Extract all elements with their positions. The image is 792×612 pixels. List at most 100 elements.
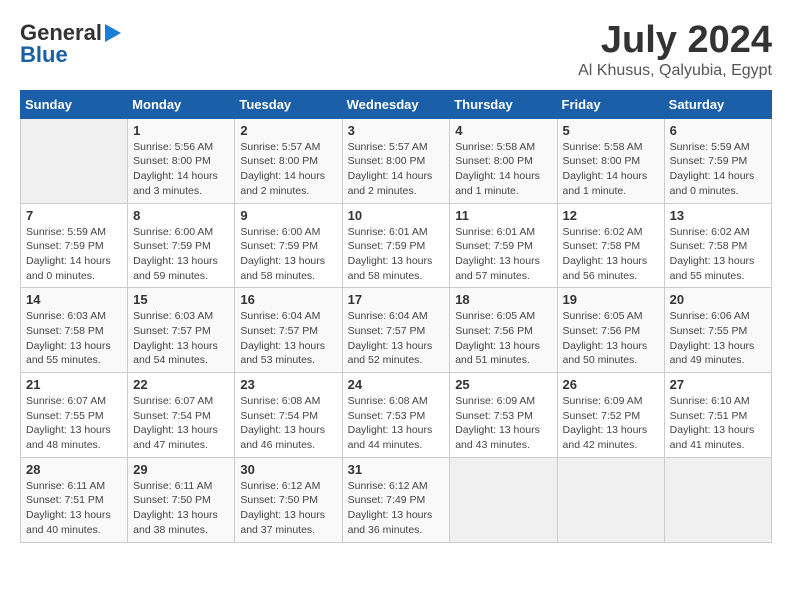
- calendar-cell: 9Sunrise: 6:00 AM Sunset: 7:59 PM Daylig…: [235, 203, 342, 288]
- day-number: 19: [563, 292, 659, 307]
- cell-info: Sunrise: 6:07 AM Sunset: 7:54 PM Dayligh…: [133, 394, 229, 453]
- calendar-cell: 17Sunrise: 6:04 AM Sunset: 7:57 PM Dayli…: [342, 288, 450, 373]
- calendar-cell: 2 Sunrise: 5:57 AM Sunset: 8:00 PM Daylig…: [235, 118, 342, 203]
- cell-info: Sunrise: 6:02 AM Sunset: 7:58 PM Dayligh…: [563, 225, 659, 284]
- column-header-wednesday: Wednesday: [342, 90, 450, 118]
- calendar-cell: 13 Sunrise: 6:02 AM Sunset: 7:58 PM Dayli…: [664, 203, 771, 288]
- cell-info: Sunrise: 6:06 AM Sunset: 7:55 PM Dayligh…: [670, 309, 766, 368]
- calendar-cell: [664, 457, 771, 542]
- cell-info: Sunrise: 6:02 AM Sunset: 7:58 PM Dayligh…: [670, 225, 766, 284]
- calendar-cell: 1 Sunrise: 5:56 AM Sunset: 8:00 PM Daylig…: [128, 118, 235, 203]
- day-number: 11: [455, 208, 551, 223]
- calendar-cell: 25 Sunrise: 6:09 AM Sunset: 7:53 PM Dayli…: [450, 373, 557, 458]
- calendar-cell: 19 Sunrise: 6:05 AM Sunset: 7:56 PM Dayli…: [557, 288, 664, 373]
- week-row-1: 1 Sunrise: 5:56 AM Sunset: 8:00 PM Daylig…: [21, 118, 772, 203]
- calendar-cell: 18 Sunrise: 6:05 AM Sunset: 7:56 PM Dayli…: [450, 288, 557, 373]
- cell-info: Sunrise: 6:11 AM Sunset: 7:50 PM Dayligh…: [133, 479, 229, 538]
- title-block: July 2024 Al Khusus, Qalyubia, Egypt: [578, 20, 772, 80]
- cell-info: Sunrise: 6:07 AM Sunset: 7:55 PM Dayligh…: [26, 394, 122, 453]
- calendar-cell: 20Sunrise: 6:06 AM Sunset: 7:55 PM Dayli…: [664, 288, 771, 373]
- day-number: 21: [26, 377, 122, 392]
- calendar-cell: 6 Sunrise: 5:59 AM Sunset: 7:59 PM Daylig…: [664, 118, 771, 203]
- calendar-cell: 28Sunrise: 6:11 AM Sunset: 7:51 PM Dayli…: [21, 457, 128, 542]
- day-number: 27: [670, 377, 766, 392]
- cell-info: Sunrise: 6:12 AM Sunset: 7:50 PM Dayligh…: [240, 479, 336, 538]
- day-number: 12: [563, 208, 659, 223]
- column-header-saturday: Saturday: [664, 90, 771, 118]
- cell-info: Sunrise: 5:58 AM Sunset: 8:00 PM Dayligh…: [563, 140, 659, 199]
- day-number: 2: [240, 123, 336, 138]
- day-number: 28: [26, 462, 122, 477]
- calendar-cell: 3Sunrise: 5:57 AM Sunset: 8:00 PM Daylig…: [342, 118, 450, 203]
- logo: General Blue: [20, 20, 121, 68]
- day-number: 1: [133, 123, 229, 138]
- cell-info: Sunrise: 6:03 AM Sunset: 7:58 PM Dayligh…: [26, 309, 122, 368]
- column-header-thursday: Thursday: [450, 90, 557, 118]
- cell-info: Sunrise: 6:04 AM Sunset: 7:57 PM Dayligh…: [240, 309, 336, 368]
- cell-info: Sunrise: 6:01 AM Sunset: 7:59 PM Dayligh…: [455, 225, 551, 284]
- day-number: 5: [563, 123, 659, 138]
- cell-info: Sunrise: 5:59 AM Sunset: 7:59 PM Dayligh…: [26, 225, 122, 284]
- column-header-monday: Monday: [128, 90, 235, 118]
- calendar-cell: 16Sunrise: 6:04 AM Sunset: 7:57 PM Dayli…: [235, 288, 342, 373]
- calendar-cell: 8 Sunrise: 6:00 AM Sunset: 7:59 PM Daylig…: [128, 203, 235, 288]
- page-subtitle: Al Khusus, Qalyubia, Egypt: [578, 62, 772, 80]
- cell-info: Sunrise: 5:57 AM Sunset: 8:00 PM Dayligh…: [240, 140, 336, 199]
- calendar-cell: 21 Sunrise: 6:07 AM Sunset: 7:55 PM Dayli…: [21, 373, 128, 458]
- day-number: 9: [240, 208, 336, 223]
- column-header-friday: Friday: [557, 90, 664, 118]
- week-row-3: 14 Sunrise: 6:03 AM Sunset: 7:58 PM Dayli…: [21, 288, 772, 373]
- cell-info: Sunrise: 5:59 AM Sunset: 7:59 PM Dayligh…: [670, 140, 766, 199]
- calendar-cell: 27 Sunrise: 6:10 AM Sunset: 7:51 PM Dayli…: [664, 373, 771, 458]
- day-number: 15: [133, 292, 229, 307]
- header-row: SundayMondayTuesdayWednesdayThursdayFrid…: [21, 90, 772, 118]
- cell-info: Sunrise: 6:08 AM Sunset: 7:53 PM Dayligh…: [348, 394, 445, 453]
- page-header: General Blue July 2024 Al Khusus, Qalyub…: [20, 20, 772, 80]
- calendar-cell: [21, 118, 128, 203]
- cell-info: Sunrise: 6:05 AM Sunset: 7:56 PM Dayligh…: [563, 309, 659, 368]
- day-number: 25: [455, 377, 551, 392]
- day-number: 13: [670, 208, 766, 223]
- cell-info: Sunrise: 6:04 AM Sunset: 7:57 PM Dayligh…: [348, 309, 445, 368]
- day-number: 4: [455, 123, 551, 138]
- calendar-cell: 30 Sunrise: 6:12 AM Sunset: 7:50 PM Dayli…: [235, 457, 342, 542]
- calendar-cell: 14 Sunrise: 6:03 AM Sunset: 7:58 PM Dayli…: [21, 288, 128, 373]
- calendar-table: SundayMondayTuesdayWednesdayThursdayFrid…: [20, 90, 772, 543]
- cell-info: Sunrise: 6:09 AM Sunset: 7:52 PM Dayligh…: [563, 394, 659, 453]
- calendar-cell: 29 Sunrise: 6:11 AM Sunset: 7:50 PM Dayli…: [128, 457, 235, 542]
- page-title: July 2024: [578, 20, 772, 62]
- calendar-cell: 4Sunrise: 5:58 AM Sunset: 8:00 PM Daylig…: [450, 118, 557, 203]
- day-number: 29: [133, 462, 229, 477]
- week-row-5: 28Sunrise: 6:11 AM Sunset: 7:51 PM Dayli…: [21, 457, 772, 542]
- calendar-cell: 23Sunrise: 6:08 AM Sunset: 7:54 PM Dayli…: [235, 373, 342, 458]
- day-number: 30: [240, 462, 336, 477]
- logo-arrow-icon: [105, 24, 121, 42]
- day-number: 22: [133, 377, 229, 392]
- column-header-tuesday: Tuesday: [235, 90, 342, 118]
- calendar-cell: 15Sunrise: 6:03 AM Sunset: 7:57 PM Dayli…: [128, 288, 235, 373]
- day-number: 14: [26, 292, 122, 307]
- logo-blue: Blue: [20, 42, 68, 68]
- day-number: 8: [133, 208, 229, 223]
- cell-info: Sunrise: 6:00 AM Sunset: 7:59 PM Dayligh…: [133, 225, 229, 284]
- calendar-cell: 26 Sunrise: 6:09 AM Sunset: 7:52 PM Dayli…: [557, 373, 664, 458]
- calendar-cell: 10Sunrise: 6:01 AM Sunset: 7:59 PM Dayli…: [342, 203, 450, 288]
- cell-info: Sunrise: 5:57 AM Sunset: 8:00 PM Dayligh…: [348, 140, 445, 199]
- calendar-cell: 7 Sunrise: 5:59 AM Sunset: 7:59 PM Daylig…: [21, 203, 128, 288]
- day-number: 6: [670, 123, 766, 138]
- day-number: 7: [26, 208, 122, 223]
- cell-info: Sunrise: 5:56 AM Sunset: 8:00 PM Dayligh…: [133, 140, 229, 199]
- cell-info: Sunrise: 6:05 AM Sunset: 7:56 PM Dayligh…: [455, 309, 551, 368]
- calendar-cell: 31 Sunrise: 6:12 AM Sunset: 7:49 PM Dayli…: [342, 457, 450, 542]
- cell-info: Sunrise: 6:12 AM Sunset: 7:49 PM Dayligh…: [348, 479, 445, 538]
- calendar-cell: 11 Sunrise: 6:01 AM Sunset: 7:59 PM Dayli…: [450, 203, 557, 288]
- day-number: 31: [348, 462, 445, 477]
- day-number: 26: [563, 377, 659, 392]
- week-row-2: 7 Sunrise: 5:59 AM Sunset: 7:59 PM Daylig…: [21, 203, 772, 288]
- cell-info: Sunrise: 6:09 AM Sunset: 7:53 PM Dayligh…: [455, 394, 551, 453]
- cell-info: Sunrise: 6:10 AM Sunset: 7:51 PM Dayligh…: [670, 394, 766, 453]
- calendar-cell: 24Sunrise: 6:08 AM Sunset: 7:53 PM Dayli…: [342, 373, 450, 458]
- calendar-cell: 5 Sunrise: 5:58 AM Sunset: 8:00 PM Daylig…: [557, 118, 664, 203]
- calendar-cell: 12 Sunrise: 6:02 AM Sunset: 7:58 PM Dayli…: [557, 203, 664, 288]
- day-number: 18: [455, 292, 551, 307]
